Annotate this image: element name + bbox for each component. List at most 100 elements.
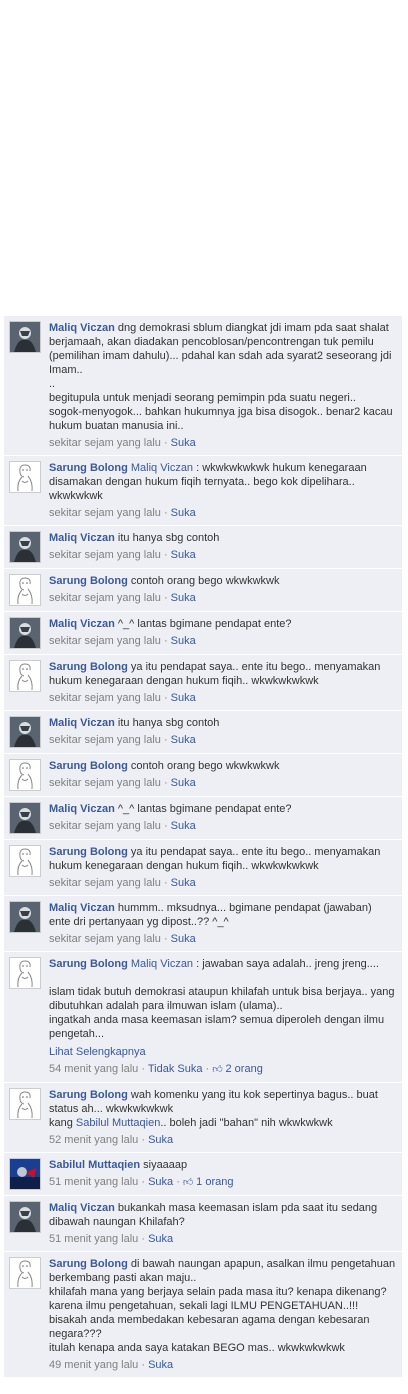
avatar[interactable] <box>9 716 41 748</box>
author-link[interactable]: Sarung Bolong <box>49 760 128 772</box>
comment-meta: sekitar sejam yang lalu · Suka <box>49 691 396 705</box>
thumbs-up-icon: 👍︎ <box>182 1177 197 1188</box>
like-link[interactable]: Suka <box>171 820 196 832</box>
separator: · <box>138 1176 149 1188</box>
author-link[interactable]: Sarung Bolong <box>49 1258 128 1270</box>
author-link[interactable]: Maliq Viczan <box>49 717 115 729</box>
like-link[interactable]: Suka <box>148 1233 173 1245</box>
like-link[interactable]: Suka <box>148 1176 173 1188</box>
comment-text: di bawah naungan apapun, asalkan ilmu pe… <box>49 1258 396 1354</box>
avatar[interactable] <box>9 802 41 834</box>
unlike-link[interactable]: Tidak Suka <box>148 1063 203 1075</box>
avatar[interactable] <box>9 845 41 877</box>
avatar[interactable] <box>9 321 41 353</box>
avatar[interactable] <box>9 1201 41 1233</box>
timestamp: sekitar sejam yang lalu <box>49 507 161 519</box>
separator: · <box>160 507 171 519</box>
comment-meta: sekitar sejam yang lalu · Suka <box>49 548 396 562</box>
like-link[interactable]: Suka <box>171 777 196 789</box>
comment-body: Sarung Bolong di bawah naungan apapun, a… <box>49 1257 396 1372</box>
timestamp: sekitar sejam yang lalu <box>49 734 161 746</box>
like-link[interactable]: Suka <box>171 592 196 604</box>
avatar[interactable] <box>9 461 41 493</box>
author-link[interactable]: Maliq Viczan <box>49 803 115 815</box>
comment-body: Maliq Viczan ^_^ lantas bgimane pendapat… <box>49 802 396 834</box>
like-count-label: 1 orang <box>196 1176 234 1188</box>
comment-meta: sekitar sejam yang lalu · Suka <box>49 733 396 747</box>
separator: · <box>202 1063 213 1075</box>
avatar[interactable] <box>9 957 41 989</box>
avatar[interactable] <box>9 1158 41 1190</box>
comment-body: Sarung Bolong ya itu pendapat saya.. ent… <box>49 845 396 890</box>
like-link[interactable]: Suka <box>171 549 196 561</box>
separator: · <box>173 1176 183 1188</box>
comment-body: Maliq Viczan dng demokrasi sblum diangka… <box>49 321 396 450</box>
author-link[interactable]: Sarung Bolong <box>49 1089 128 1101</box>
avatar[interactable] <box>9 617 41 649</box>
comment-body: Sarung Bolong wah komenku yang itu kok s… <box>49 1088 396 1147</box>
like-count[interactable]: 👍︎ 2 orang <box>212 1063 263 1075</box>
like-link[interactable]: Suka <box>171 877 196 889</box>
separator: · <box>160 877 171 889</box>
comment-meta: sekitar sejam yang lalu · Suka <box>49 932 396 946</box>
avatar[interactable] <box>9 901 41 933</box>
comment-body: Maliq Viczan itu hanya sbg contoh sekitar… <box>49 531 396 563</box>
author-link[interactable]: Maliq Viczan <box>49 1202 115 1214</box>
timestamp: sekitar sejam yang lalu <box>49 692 161 704</box>
like-count[interactable]: 👍︎ 1 orang <box>183 1176 234 1188</box>
comment-item: Maliq Viczan itu hanya sbg contoh sekitar… <box>4 526 402 569</box>
like-link[interactable]: Suka <box>171 692 196 704</box>
comment-body: Sarung Bolong contoh orang bego wkwkwkwk… <box>49 759 396 791</box>
mention-link[interactable]: Maliq Viczan <box>131 958 193 970</box>
separator: · <box>160 549 171 561</box>
comment-text: contoh orang bego wkwkwkwk <box>130 575 280 587</box>
comment-text: ^_^ lantas bgimane pendapat ente? <box>117 803 292 815</box>
separator: · <box>160 777 171 789</box>
avatar[interactable] <box>9 574 41 606</box>
author-link[interactable]: Sarung Bolong <box>49 661 128 673</box>
avatar[interactable] <box>9 531 41 563</box>
avatar[interactable] <box>9 660 41 692</box>
comment-item: Sarung Bolong contoh orang bego wkwkwkwk… <box>4 754 402 797</box>
avatar[interactable] <box>9 1088 41 1120</box>
separator: · <box>160 734 171 746</box>
timestamp: sekitar sejam yang lalu <box>49 877 161 889</box>
comment-body: Sarung Bolong Maliq Viczan : wkwkwkwkwk … <box>49 461 396 520</box>
like-link[interactable]: Suka <box>171 437 196 449</box>
mention-link[interactable]: Maliq Viczan <box>131 462 193 474</box>
timestamp: sekitar sejam yang lalu <box>49 933 161 945</box>
comment-meta: sekitar sejam yang lalu · Suka <box>49 634 396 648</box>
like-link[interactable]: Suka <box>171 933 196 945</box>
comment-body: Sabilul Muttaqien siyaaaap 51 menit yang … <box>49 1158 396 1190</box>
author-link[interactable]: Maliq Viczan <box>49 902 115 914</box>
author-link[interactable]: Sarung Bolong <box>49 958 128 970</box>
avatar[interactable] <box>9 759 41 791</box>
timestamp: 54 menit yang lalu <box>49 1063 139 1075</box>
avatar[interactable] <box>9 1257 41 1289</box>
author-link[interactable]: Maliq Viczan <box>49 322 115 334</box>
mention-link[interactable]: Sabilul Muttaqien <box>76 1117 160 1129</box>
like-link[interactable]: Suka <box>148 1359 173 1371</box>
like-link[interactable]: Suka <box>171 507 196 519</box>
comment-item: Maliq Viczan dng demokrasi sblum diangka… <box>4 316 402 456</box>
author-link[interactable]: Maliq Viczan <box>49 618 115 630</box>
like-link[interactable]: Suka <box>171 734 196 746</box>
comment-body: Sarung Bolong contoh orang bego wkwkwkwk… <box>49 574 396 606</box>
timestamp: 49 menit yang lalu <box>49 1359 139 1371</box>
separator: · <box>138 1233 149 1245</box>
author-link[interactable]: Sarung Bolong <box>49 846 128 858</box>
comment-meta: 54 menit yang lalu · Tidak Suka · 👍︎ 2 o… <box>49 1062 396 1077</box>
comment-item: Maliq Viczan bukankah masa keemasan isla… <box>4 1196 402 1252</box>
like-link[interactable]: Suka <box>148 1134 173 1146</box>
comment-item: Sarung Bolong Maliq Viczan : jawaban say… <box>4 952 402 1083</box>
comment-text: ^_^ lantas bgimane pendapat ente? <box>117 618 292 630</box>
comment-text: itu hanya sbg contoh <box>117 532 220 544</box>
author-link[interactable]: Maliq Viczan <box>49 532 115 544</box>
author-link[interactable]: Sarung Bolong <box>49 462 128 474</box>
see-more-link[interactable]: Lihat Selengkapnya <box>49 1045 396 1059</box>
comment-item: Sarung Bolong contoh orang bego wkwkwkwk… <box>4 569 402 612</box>
like-link[interactable]: Suka <box>171 635 196 647</box>
author-link[interactable]: Sarung Bolong <box>49 575 128 587</box>
comment-text: dng demokrasi sblum diangkat jdi imam pd… <box>49 322 393 432</box>
author-link[interactable]: Sabilul Muttaqien <box>49 1159 140 1171</box>
